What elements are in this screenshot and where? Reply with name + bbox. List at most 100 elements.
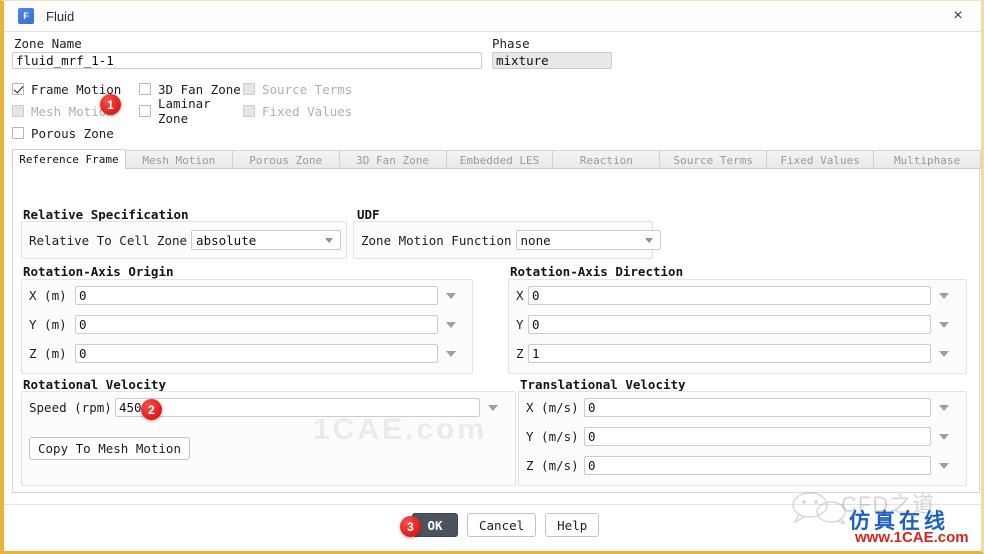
annotation-badge-1: 1 bbox=[100, 94, 121, 115]
rotation-direction-x-input[interactable] bbox=[528, 286, 931, 305]
rotational-velocity-title: Rotational Velocity bbox=[23, 377, 166, 392]
spinner-down-icon[interactable] bbox=[939, 433, 949, 440]
checkbox-porous-zone-label: Porous Zone bbox=[31, 125, 114, 141]
wechat-icon bbox=[792, 492, 846, 525]
rotation-origin-x-label: X (m) bbox=[29, 288, 67, 303]
checkbox-3d-fan-zone[interactable]: 3D Fan Zone bbox=[139, 82, 243, 97]
zone-motion-function-label: Zone Motion Function bbox=[361, 232, 512, 248]
rotation-direction-z-input[interactable] bbox=[528, 344, 931, 363]
translational-y-input[interactable] bbox=[584, 427, 931, 446]
copy-to-mesh-motion-button[interactable]: Copy To Mesh Motion bbox=[29, 437, 190, 460]
checkbox-3d-fan-zone-label: 3D Fan Zone bbox=[158, 81, 241, 97]
help-button[interactable]: Help bbox=[545, 513, 600, 537]
tab-porous-zone[interactable]: Porous Zone bbox=[231, 150, 340, 169]
translational-z-row: Z (m/s) bbox=[526, 456, 949, 475]
checkbox-source-terms: Source Terms bbox=[243, 82, 373, 97]
spinner-down-icon[interactable] bbox=[488, 404, 498, 411]
checkbox-laminar-zone-label: Laminar Zone bbox=[158, 96, 211, 126]
relative-to-cell-zone-select[interactable]: absolute bbox=[191, 230, 342, 250]
checkbox-3d-fan-zone-box[interactable] bbox=[139, 83, 151, 95]
rotational-speed-row: Speed (rpm) bbox=[29, 398, 498, 417]
chevron-down-icon bbox=[644, 237, 653, 243]
tab-3d-fan-zone[interactable]: 3D Fan Zone bbox=[338, 150, 447, 169]
rotation-direction-y-input[interactable] bbox=[528, 315, 931, 334]
checkbox-mesh-motion-box bbox=[12, 105, 24, 117]
tab-reaction[interactable]: Reaction bbox=[552, 150, 661, 169]
zone-options-group: Frame Motion 3D Fan Zone Source Terms Me… bbox=[12, 78, 373, 144]
brand-url: www.1CAE.com bbox=[855, 529, 969, 546]
brand-watermark: CFD之道 仿真在线 www.1CAE.com bbox=[789, 487, 975, 549]
checkbox-laminar-zone-box[interactable] bbox=[139, 105, 151, 117]
rotational-speed-input[interactable] bbox=[115, 398, 480, 417]
checkbox-fixed-values: Fixed Values bbox=[243, 104, 373, 119]
close-icon[interactable]: × bbox=[941, 3, 975, 29]
rotation-origin-z-input[interactable] bbox=[75, 344, 438, 363]
rotation-origin-y-row: Y (m) bbox=[29, 315, 456, 334]
phase-input[interactable] bbox=[492, 52, 612, 69]
cancel-button[interactable]: Cancel bbox=[467, 513, 537, 537]
checkbox-frame-motion[interactable]: Frame Motion bbox=[12, 82, 139, 97]
zone-name-input[interactable] bbox=[12, 52, 482, 69]
fluid-dialog: Fluid × Zone Name Phase Frame Motion 3D … bbox=[0, 0, 984, 554]
tab-mesh-motion[interactable]: Mesh Motion bbox=[124, 150, 233, 169]
brand-name-cn: 仿真在线 bbox=[849, 510, 949, 533]
tab-reference-frame[interactable]: Reference Frame bbox=[12, 149, 126, 169]
checkbox-frame-motion-box[interactable] bbox=[12, 83, 24, 95]
translational-x-input[interactable] bbox=[584, 398, 931, 417]
rotation-origin-x-input[interactable] bbox=[75, 286, 438, 305]
udf-title: UDF bbox=[357, 207, 380, 222]
rotation-origin-x-row: X (m) bbox=[29, 286, 456, 305]
spinner-down-icon[interactable] bbox=[939, 462, 949, 469]
checkbox-fixed-values-box bbox=[243, 105, 255, 117]
window-title: Fluid bbox=[46, 8, 75, 24]
checkbox-porous-zone[interactable]: Porous Zone bbox=[12, 126, 139, 141]
spinner-down-icon[interactable] bbox=[939, 321, 949, 328]
rotation-direction-z-label: Z bbox=[516, 346, 524, 361]
translational-y-row: Y (m/s) bbox=[526, 427, 949, 446]
zone-options-row-2: Mesh Motion Laminar Zone Fixed Values bbox=[12, 96, 373, 126]
annotation-badge-2: 2 bbox=[141, 399, 162, 420]
relative-to-cell-zone-label: Relative To Cell Zone bbox=[29, 232, 188, 248]
checkbox-porous-zone-box[interactable] bbox=[12, 127, 24, 139]
rotation-origin-y-label: Y (m) bbox=[29, 317, 67, 332]
translational-velocity-title: Translational Velocity bbox=[520, 377, 686, 392]
relative-specification-title: Relative Specification bbox=[23, 207, 189, 222]
rotation-direction-z-row: Z bbox=[516, 344, 949, 363]
dialog-button-row: OK Cancel Help bbox=[412, 513, 600, 537]
zone-motion-function-value: none bbox=[520, 232, 551, 248]
checkbox-fixed-values-label: Fixed Values bbox=[262, 103, 353, 119]
tab-embedded-les[interactable]: Embedded LES bbox=[445, 150, 554, 169]
reference-frame-panel: 1CAE.com Relative Specification Relative… bbox=[12, 168, 980, 493]
tab-source-terms[interactable]: Source Terms bbox=[659, 150, 768, 169]
checkbox-laminar-zone[interactable]: Laminar Zone bbox=[139, 96, 243, 126]
phase-label: Phase bbox=[492, 36, 530, 51]
zone-motion-function-row: Zone Motion Function none bbox=[361, 230, 661, 250]
spinner-down-icon[interactable] bbox=[446, 292, 456, 299]
footer-divider bbox=[4, 504, 981, 505]
rotation-direction-y-label: Y bbox=[516, 317, 524, 332]
rotation-origin-z-row: Z (m) bbox=[29, 344, 456, 363]
spinner-down-icon[interactable] bbox=[939, 350, 949, 357]
rotation-origin-y-input[interactable] bbox=[75, 315, 438, 334]
spinner-down-icon[interactable] bbox=[446, 321, 456, 328]
translational-z-input[interactable] bbox=[584, 456, 931, 475]
rotation-direction-x-label: X bbox=[516, 288, 524, 303]
rotation-axis-origin-title: Rotation-Axis Origin bbox=[23, 264, 174, 279]
rotation-direction-x-row: X bbox=[516, 286, 949, 305]
tab-multiphase[interactable]: Multiphase bbox=[873, 150, 981, 169]
spinner-down-icon[interactable] bbox=[446, 350, 456, 357]
relative-to-cell-zone-value: absolute bbox=[196, 232, 257, 248]
spinner-down-icon[interactable] bbox=[939, 292, 949, 299]
tab-fixed-values[interactable]: Fixed Values bbox=[766, 150, 875, 169]
relative-to-cell-zone-row: Relative To Cell Zone absolute bbox=[29, 230, 342, 250]
rotation-direction-y-row: Y bbox=[516, 315, 949, 334]
spinner-down-icon[interactable] bbox=[939, 404, 949, 411]
annotation-badge-3: 3 bbox=[400, 516, 421, 537]
zone-motion-function-select[interactable]: none bbox=[515, 230, 661, 250]
rotation-axis-direction-title: Rotation-Axis Direction bbox=[510, 264, 684, 279]
translational-x-label: X (m/s) bbox=[526, 400, 579, 415]
chevron-down-icon bbox=[325, 237, 334, 243]
title-bar: Fluid × bbox=[4, 1, 981, 32]
fluent-app-icon bbox=[18, 8, 34, 24]
rotational-speed-label: Speed (rpm) bbox=[29, 400, 112, 415]
